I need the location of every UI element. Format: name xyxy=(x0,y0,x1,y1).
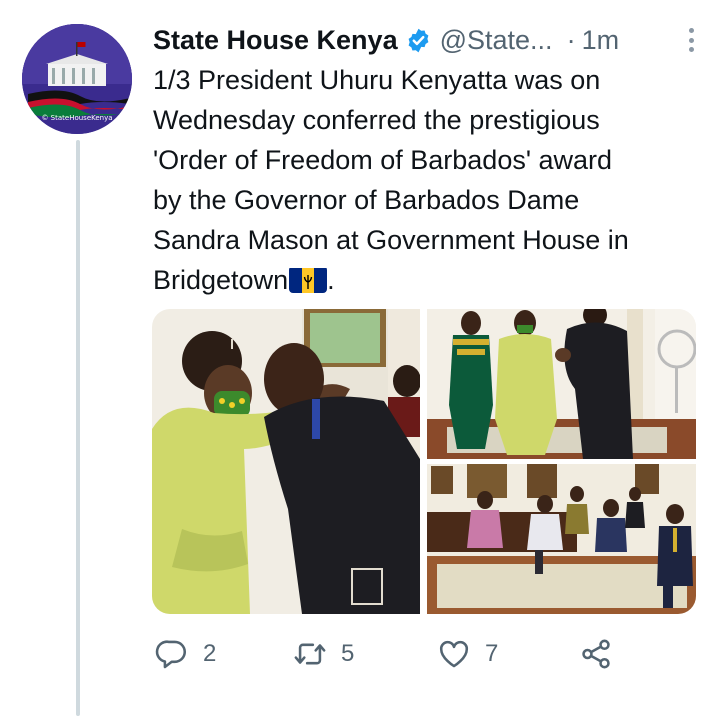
reply-icon xyxy=(155,640,187,669)
retweet-count: 5 xyxy=(341,640,355,667)
more-options-icon[interactable] xyxy=(684,25,698,55)
user-handle[interactable]: @State... xyxy=(440,25,553,56)
tweet-text-line: by the Governor of Barbados Dame xyxy=(153,185,580,215)
photo-seated-guests[interactable] xyxy=(427,464,696,614)
like-button[interactable]: 7 xyxy=(437,634,498,674)
reply-count: 2 xyxy=(203,640,217,667)
retweet-icon xyxy=(294,643,326,665)
photo-award-ceremony[interactable] xyxy=(152,309,420,614)
profile-avatar[interactable]: © StateHouseKenya xyxy=(22,24,132,134)
retweet-button[interactable]: 5 xyxy=(293,634,354,674)
share-icon xyxy=(582,639,610,669)
tweet-text: 1/3 President Uhuru Kenyatta was on Wedn… xyxy=(153,60,698,300)
avatar-caption: © StateHouseKenya xyxy=(41,114,113,122)
share-button[interactable] xyxy=(579,634,613,674)
tweet-text-period: . xyxy=(327,265,335,295)
tweet-text-line: 1/3 President Uhuru Kenyatta was on xyxy=(153,65,601,95)
tweet-text-line: Wednesday conferred the prestigious xyxy=(153,105,600,135)
separator-dot: · xyxy=(566,24,576,55)
heart-icon xyxy=(439,640,469,668)
timestamp[interactable]: 1m xyxy=(582,25,620,56)
thread-connector-line xyxy=(76,140,80,716)
barbados-flag-emoji-icon xyxy=(289,266,328,293)
tweet-actions-bar: 2 5 7 xyxy=(155,634,625,674)
verified-badge-icon xyxy=(408,28,428,52)
display-name[interactable]: State House Kenya xyxy=(153,25,398,56)
tweet-text-last-line: Bridgetown. xyxy=(153,260,698,300)
tweet-text-line: 'Order of Freedom of Barbados' award xyxy=(153,145,613,175)
media-gallery xyxy=(152,309,696,614)
photo-guard-of-honour[interactable] xyxy=(427,309,696,459)
tweet-header: State House Kenya @State... · 1m xyxy=(153,20,698,60)
tweet-text-line: Bridgetown xyxy=(153,265,289,295)
tweet-text-line: Sandra Mason at Government House in xyxy=(153,225,629,255)
like-count: 7 xyxy=(485,640,499,667)
reply-button[interactable]: 2 xyxy=(155,634,216,674)
